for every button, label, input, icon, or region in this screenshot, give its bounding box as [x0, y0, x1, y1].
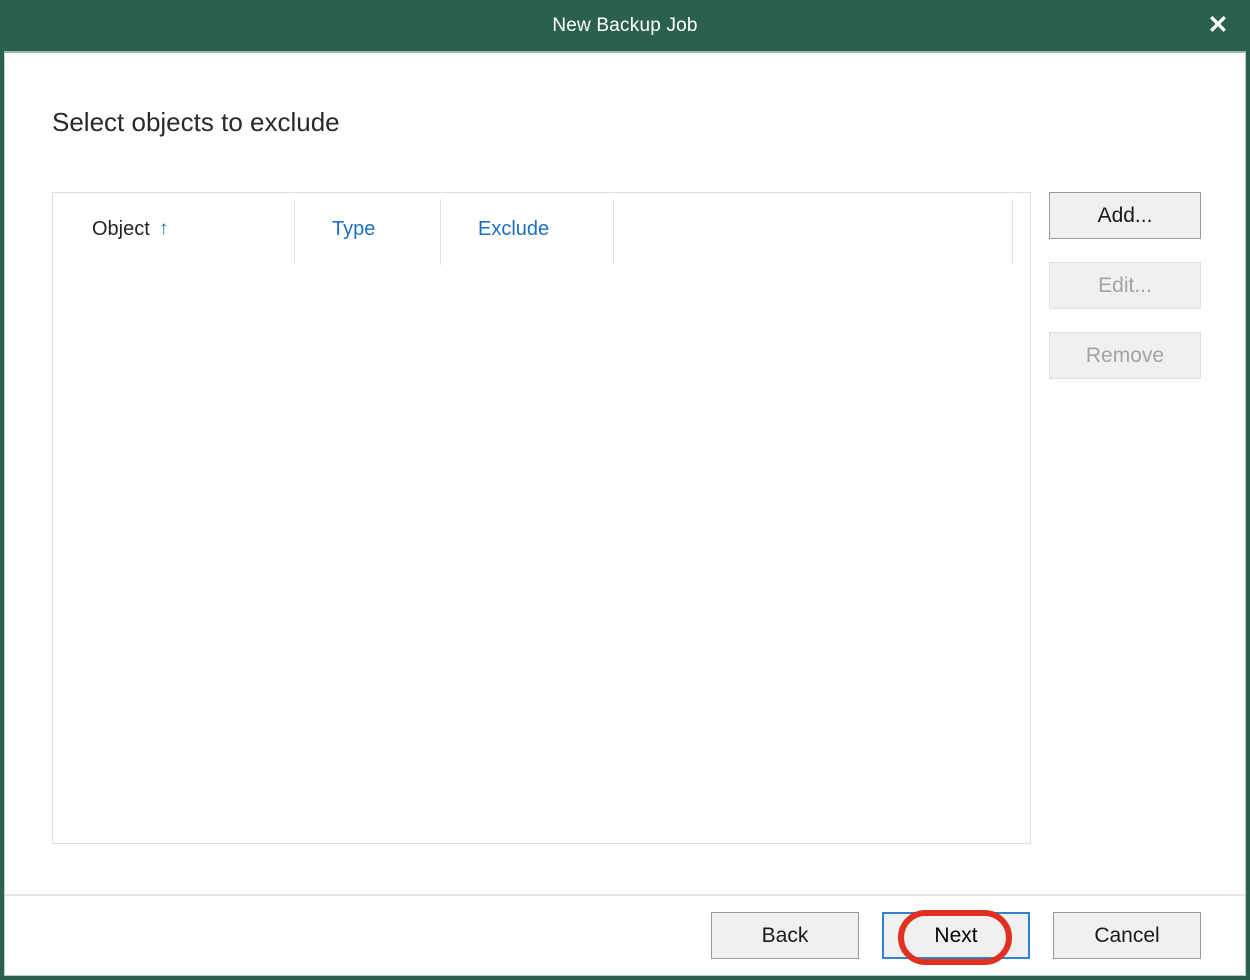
dialog-footer: Back Next Cancel	[5, 896, 1245, 975]
remove-button: Remove	[1049, 332, 1201, 379]
exclusion-objects-list[interactable]: Object ↑ Type Exclude	[52, 192, 1031, 844]
next-button[interactable]: Next	[882, 912, 1030, 959]
window-frame-inner-right	[1245, 52, 1246, 976]
column-resize-handle-4[interactable]	[1012, 199, 1013, 265]
column-header-type[interactable]: Type	[332, 193, 375, 266]
list-action-buttons: Add... Edit... Remove	[1049, 192, 1201, 402]
table-header-row: Object ↑ Type Exclude	[53, 193, 1030, 266]
column-header-object[interactable]: Object ↑	[92, 193, 168, 266]
dialog-content: Select objects to exclude Object ↑ Type …	[5, 53, 1245, 894]
column-resize-handle-1[interactable]	[294, 199, 295, 265]
cancel-button[interactable]: Cancel	[1053, 912, 1201, 959]
window-frame-bottom	[0, 976, 1250, 980]
column-header-object-label: Object	[92, 218, 150, 240]
column-resize-handle-2[interactable]	[440, 199, 441, 265]
window-frame-right	[1246, 0, 1250, 980]
column-resize-handle-3[interactable]	[613, 199, 614, 265]
column-header-type-label: Type	[332, 218, 376, 240]
column-header-exclude-label: Exclude	[478, 218, 550, 240]
close-icon[interactable]: ✕	[1186, 0, 1250, 51]
sort-ascending-icon: ↑	[158, 218, 169, 239]
page-title: Select objects to exclude	[52, 107, 340, 137]
new-backup-job-dialog: New Backup Job ✕ Select objects to exclu…	[0, 0, 1250, 980]
back-button[interactable]: Back	[711, 912, 859, 959]
title-bar[interactable]: New Backup Job ✕	[0, 0, 1250, 51]
edit-button: Edit...	[1049, 262, 1201, 309]
add-button[interactable]: Add...	[1049, 192, 1201, 239]
window-title: New Backup Job	[552, 15, 698, 36]
window-frame-inner-bottom	[4, 975, 1246, 976]
column-header-exclude[interactable]: Exclude	[478, 193, 549, 266]
